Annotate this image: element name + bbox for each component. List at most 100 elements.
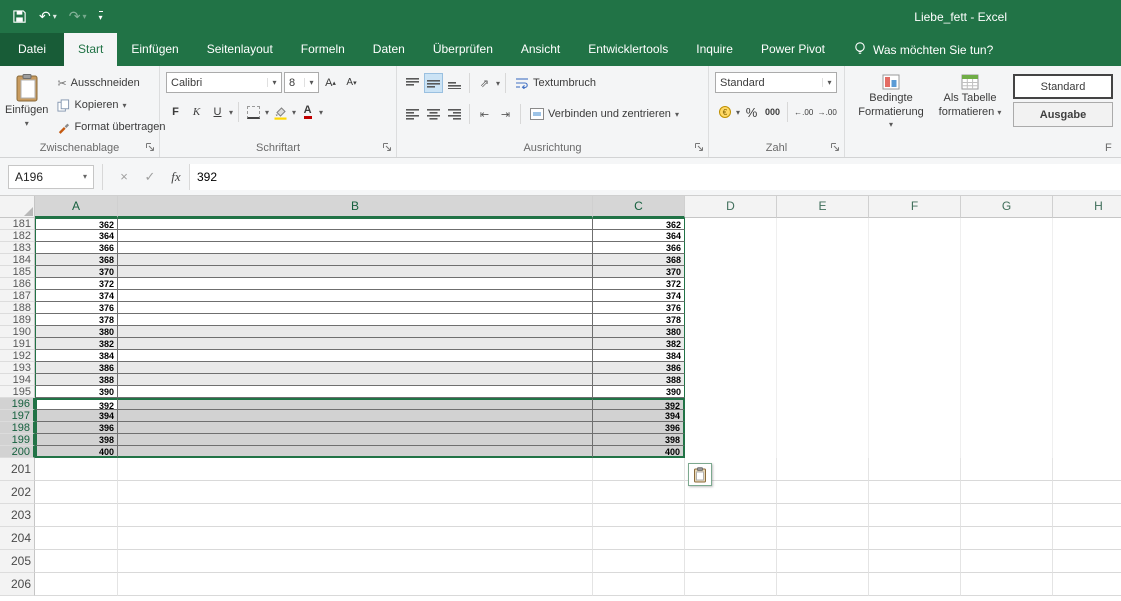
cell-A184[interactable]: 368 (35, 254, 118, 266)
cell-F195[interactable] (869, 386, 961, 398)
cell-D182[interactable] (685, 230, 777, 242)
wrap-text-button[interactable]: Textumbruch (511, 72, 600, 94)
cell-D196[interactable] (685, 398, 777, 410)
cell-H195[interactable] (1053, 386, 1121, 398)
cell-H191[interactable] (1053, 338, 1121, 350)
fill-color-button[interactable] (271, 102, 290, 122)
cell-A193[interactable]: 386 (35, 362, 118, 374)
cell-E195[interactable] (777, 386, 869, 398)
cell-H183[interactable] (1053, 242, 1121, 254)
column-header-C[interactable]: C (593, 196, 685, 218)
cell-D185[interactable] (685, 266, 777, 278)
cell-C197[interactable]: 394 (593, 410, 685, 422)
italic-button[interactable]: K (187, 102, 206, 122)
cell-C194[interactable]: 388 (593, 374, 685, 386)
chevron-down-icon[interactable]: ▾ (292, 108, 296, 117)
cell-B185[interactable] (118, 266, 593, 278)
cell-H204[interactable] (1053, 527, 1121, 550)
cell-C190[interactable]: 380 (593, 326, 685, 338)
cell-G182[interactable] (961, 230, 1053, 242)
cell-C202[interactable] (593, 481, 685, 504)
cell-D184[interactable] (685, 254, 777, 266)
cell-E194[interactable] (777, 374, 869, 386)
cell-G205[interactable] (961, 550, 1053, 573)
dialog-launcher-icon[interactable] (694, 142, 705, 153)
cell-F204[interactable] (869, 527, 961, 550)
cell-F197[interactable] (869, 410, 961, 422)
cell-B196[interactable] (118, 398, 593, 410)
row-header-181[interactable]: 181 (0, 218, 35, 230)
cell-G193[interactable] (961, 362, 1053, 374)
cell-G190[interactable] (961, 326, 1053, 338)
cell-E185[interactable] (777, 266, 869, 278)
cell-style-ausgabe[interactable]: Ausgabe (1013, 102, 1113, 127)
cell-G194[interactable] (961, 374, 1053, 386)
cell-G204[interactable] (961, 527, 1053, 550)
row-header-192[interactable]: 192 (0, 350, 35, 362)
column-header-E[interactable]: E (777, 196, 869, 218)
decrease-decimal-button[interactable]: →.00 (816, 102, 838, 122)
cell-B204[interactable] (118, 527, 593, 550)
cell-E198[interactable] (777, 422, 869, 434)
number-format-select[interactable]: Standard ▾ (715, 72, 837, 93)
bold-button[interactable]: F (166, 102, 185, 122)
enter-button[interactable]: ✓ (137, 165, 163, 189)
cell-D181[interactable] (685, 218, 777, 230)
cell-H196[interactable] (1053, 398, 1121, 410)
cell-A182[interactable]: 364 (35, 230, 118, 242)
cell-E183[interactable] (777, 242, 869, 254)
cell-A199[interactable]: 398 (35, 434, 118, 446)
undo-button[interactable]: ↶ ▾ (39, 8, 57, 25)
name-box[interactable]: A196 ▾ (8, 164, 94, 189)
dialog-launcher-icon[interactable] (145, 142, 156, 153)
cell-F187[interactable] (869, 290, 961, 302)
cell-B201[interactable] (118, 458, 593, 481)
tab-power-pivot[interactable]: Power Pivot (747, 33, 839, 66)
cell-E205[interactable] (777, 550, 869, 573)
tab-seitenlayout[interactable]: Seitenlayout (193, 33, 287, 66)
tab-überprüfen[interactable]: Überprüfen (419, 33, 507, 66)
cell-F192[interactable] (869, 350, 961, 362)
cell-E197[interactable] (777, 410, 869, 422)
cell-C191[interactable]: 382 (593, 338, 685, 350)
cell-D191[interactable] (685, 338, 777, 350)
cell-H193[interactable] (1053, 362, 1121, 374)
cell-C201[interactable] (593, 458, 685, 481)
cell-E189[interactable] (777, 314, 869, 326)
cell-G201[interactable] (961, 458, 1053, 481)
cell-A187[interactable]: 374 (35, 290, 118, 302)
cell-E199[interactable] (777, 434, 869, 446)
cell-D186[interactable] (685, 278, 777, 290)
row-header-190[interactable]: 190 (0, 326, 35, 338)
cell-H189[interactable] (1053, 314, 1121, 326)
cell-G198[interactable] (961, 422, 1053, 434)
cell-A191[interactable]: 382 (35, 338, 118, 350)
cell-F183[interactable] (869, 242, 961, 254)
customize-quick-access-button[interactable]: ▾ (98, 11, 103, 22)
cell-G191[interactable] (961, 338, 1053, 350)
cell-style-standard[interactable]: Standard (1013, 74, 1113, 99)
tab-daten[interactable]: Daten (359, 33, 419, 66)
save-icon[interactable] (12, 9, 27, 24)
cell-F185[interactable] (869, 266, 961, 278)
cell-F201[interactable] (869, 458, 961, 481)
cell-D198[interactable] (685, 422, 777, 434)
cell-A192[interactable]: 384 (35, 350, 118, 362)
cell-D206[interactable] (685, 573, 777, 596)
cell-B190[interactable] (118, 326, 593, 338)
cell-C187[interactable]: 374 (593, 290, 685, 302)
cell-C184[interactable]: 368 (593, 254, 685, 266)
cell-F199[interactable] (869, 434, 961, 446)
cell-B187[interactable] (118, 290, 593, 302)
chevron-down-icon[interactable]: ▾ (265, 108, 269, 117)
cell-D187[interactable] (685, 290, 777, 302)
cell-B182[interactable] (118, 230, 593, 242)
font-size-select[interactable]: 8 ▾ (284, 72, 319, 93)
cell-A189[interactable]: 378 (35, 314, 118, 326)
cell-H181[interactable] (1053, 218, 1121, 230)
cell-C186[interactable]: 372 (593, 278, 685, 290)
tab-formeln[interactable]: Formeln (287, 33, 359, 66)
align-right-button[interactable] (445, 104, 464, 124)
cell-G199[interactable] (961, 434, 1053, 446)
chevron-down-icon[interactable]: ▾ (77, 172, 93, 181)
